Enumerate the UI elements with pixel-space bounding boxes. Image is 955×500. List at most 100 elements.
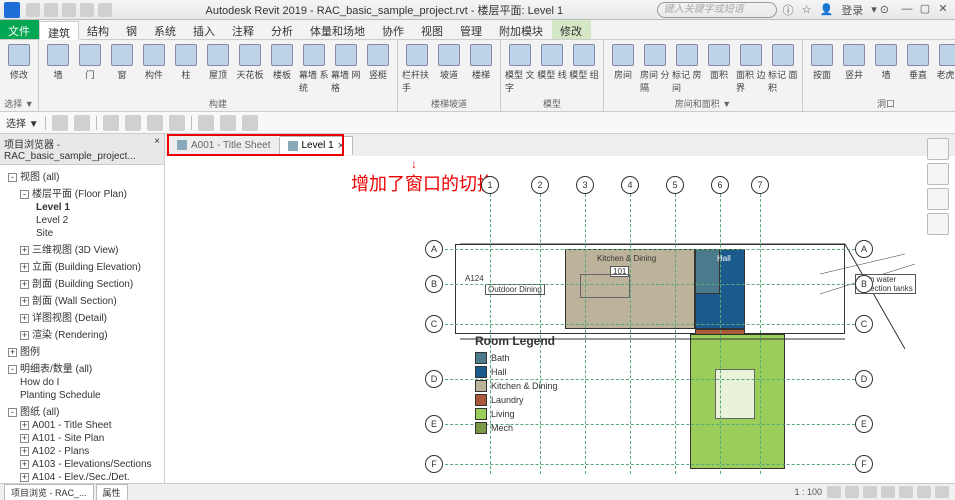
tree-node[interactable]: Level 2 [0,214,164,227]
ribbon-tab-4[interactable]: 系统 [146,20,185,39]
status-icon[interactable] [917,486,931,498]
ribbon-tab-9[interactable]: 协作 [374,20,413,39]
opt-icon[interactable] [125,115,141,131]
expand-icon[interactable]: + [20,421,29,430]
status-icon[interactable] [863,486,877,498]
expand-icon[interactable]: + [20,473,29,482]
browser-close-icon[interactable]: × [154,136,160,162]
ribbon-button[interactable]: 房间 分隔 [640,42,670,96]
ribbon-button[interactable]: 竖井 [839,42,869,96]
tree-node[interactable]: +A102 - Plans [0,445,164,458]
status-tab-browser[interactable]: 项目浏览 - RAC_... [4,484,94,500]
minimize-button[interactable]: — [899,3,915,17]
ribbon-button[interactable]: 屋顶 [203,42,233,96]
tree-node[interactable]: How do I [0,376,164,389]
ribbon-button[interactable]: 楼板 [267,42,297,96]
ribbon-button[interactable]: 垂直 [903,42,933,96]
opt-icon[interactable] [242,115,258,131]
tree-node[interactable]: +三维视图 (3D View) [0,240,164,257]
ribbon-tab-11[interactable]: 管理 [452,20,491,39]
ribbon-button[interactable]: 幕墙 系统 [299,42,329,96]
ribbon-button[interactable]: 柱 [171,42,201,96]
home-icon[interactable] [927,138,949,160]
tree-node[interactable]: +渲染 (Rendering) [0,325,164,342]
opt-icon[interactable] [74,115,90,131]
tree-node[interactable]: +立面 (Building Elevation) [0,257,164,274]
ribbon-button[interactable]: 墙 [43,42,73,96]
expand-icon[interactable]: + [20,280,29,289]
tree-node[interactable]: +A103 - Elevations/Sections [0,458,164,471]
ribbon-button[interactable]: 构件 [139,42,169,96]
ribbon-button[interactable]: 模型 线 [537,42,567,96]
restore-button[interactable]: ▢ [917,3,933,17]
opt-icon[interactable] [103,115,119,131]
ribbon-button[interactable]: 竖梃 [363,42,393,96]
help-icon[interactable]: ▾ ⊙ [871,3,889,16]
ribbon-button[interactable]: 栏杆扶手 [402,42,432,96]
select-dropdown[interactable]: 选择 ▼ [6,115,39,130]
tree-node[interactable]: +详图视图 (Detail) [0,308,164,325]
ribbon-button[interactable]: 窗 [107,42,137,96]
tree-node[interactable]: +A101 - Site Plan [0,432,164,445]
expand-icon[interactable]: + [20,297,29,306]
close-button[interactable]: ✕ [935,3,951,17]
tree-node[interactable]: -楼层平面 (Floor Plan) [0,184,164,201]
expand-icon[interactable]: + [20,314,29,323]
ribbon-tab-12[interactable]: 附加模块 [491,20,552,39]
ribbon-tab-7[interactable]: 分析 [263,20,302,39]
tree-node[interactable]: Site [0,227,164,240]
ribbon-tab-0[interactable]: 文件 [0,20,39,39]
tree-node[interactable]: +A001 - Title Sheet [0,419,164,432]
ribbon-tab-2[interactable]: 结构 [79,20,118,39]
ribbon-button[interactable]: 坡道 [434,42,464,96]
info-icon[interactable]: ⓘ [783,2,794,18]
qat-undo-icon[interactable] [62,3,76,17]
expand-icon[interactable]: + [8,348,17,357]
status-icon[interactable] [845,486,859,498]
ribbon-tab-6[interactable]: 注释 [224,20,263,39]
opt-icon[interactable] [52,115,68,131]
opt-icon[interactable] [220,115,236,131]
expand-icon[interactable]: - [8,365,17,374]
search-input[interactable]: 键入关键字或短语 [657,2,777,18]
status-icon[interactable] [899,486,913,498]
ribbon-button[interactable]: 门 [75,42,105,96]
opt-icon[interactable] [169,115,185,131]
scale-display[interactable]: 1 : 100 [794,487,822,497]
ribbon-button[interactable]: 修改 [4,42,34,96]
doc-tab-level1[interactable]: Level 1 × [280,136,354,155]
expand-icon[interactable]: - [8,408,17,417]
expand-icon[interactable]: - [20,190,29,199]
login-link[interactable]: 登录 [841,2,863,18]
opt-icon[interactable] [147,115,163,131]
tree-node[interactable]: -图纸 (all) [0,402,164,419]
tree-node[interactable]: +剖面 (Wall Section) [0,291,164,308]
qat-open-icon[interactable] [26,3,40,17]
tab-close-icon[interactable]: × [338,140,344,152]
tree-node[interactable]: -明细表/数量 (all) [0,359,164,376]
doc-tab-a001[interactable]: A001 - Title Sheet [169,137,280,154]
qat-print-icon[interactable] [98,3,112,17]
ribbon-button[interactable]: 标记 面积 [768,42,798,96]
expand-icon[interactable]: + [20,331,29,340]
expand-icon[interactable]: + [20,447,29,456]
drawing-area[interactable]: A001 - Title Sheet Level 1 × ↓ 增加了窗口的切换 [165,134,955,483]
tree-node[interactable]: +A104 - Elev./Sec./Det. [0,471,164,483]
tree-node[interactable]: -视图 (all) [0,167,164,184]
ribbon-button[interactable]: 老虎窗 [935,42,955,96]
status-icon[interactable] [881,486,895,498]
ribbon-tab-1[interactable]: 建筑 [39,21,79,40]
ribbon-button[interactable]: 面积 [704,42,734,96]
ribbon-button[interactable]: 按面 [807,42,837,96]
status-icon[interactable] [935,486,949,498]
ribbon-tab-8[interactable]: 体量和场地 [302,20,374,39]
tree-node[interactable]: +剖面 (Building Section) [0,274,164,291]
qat-redo-icon[interactable] [80,3,94,17]
status-tab-properties[interactable]: 属性 [96,484,128,500]
ribbon-button[interactable]: 楼梯 [466,42,496,96]
expand-icon[interactable]: + [20,246,29,255]
ribbon-button[interactable]: 房间 [608,42,638,96]
expand-icon[interactable]: - [8,173,17,182]
ribbon-button[interactable]: 幕墙 网格 [331,42,361,96]
ribbon-tab-13[interactable]: 修改 [552,20,591,39]
